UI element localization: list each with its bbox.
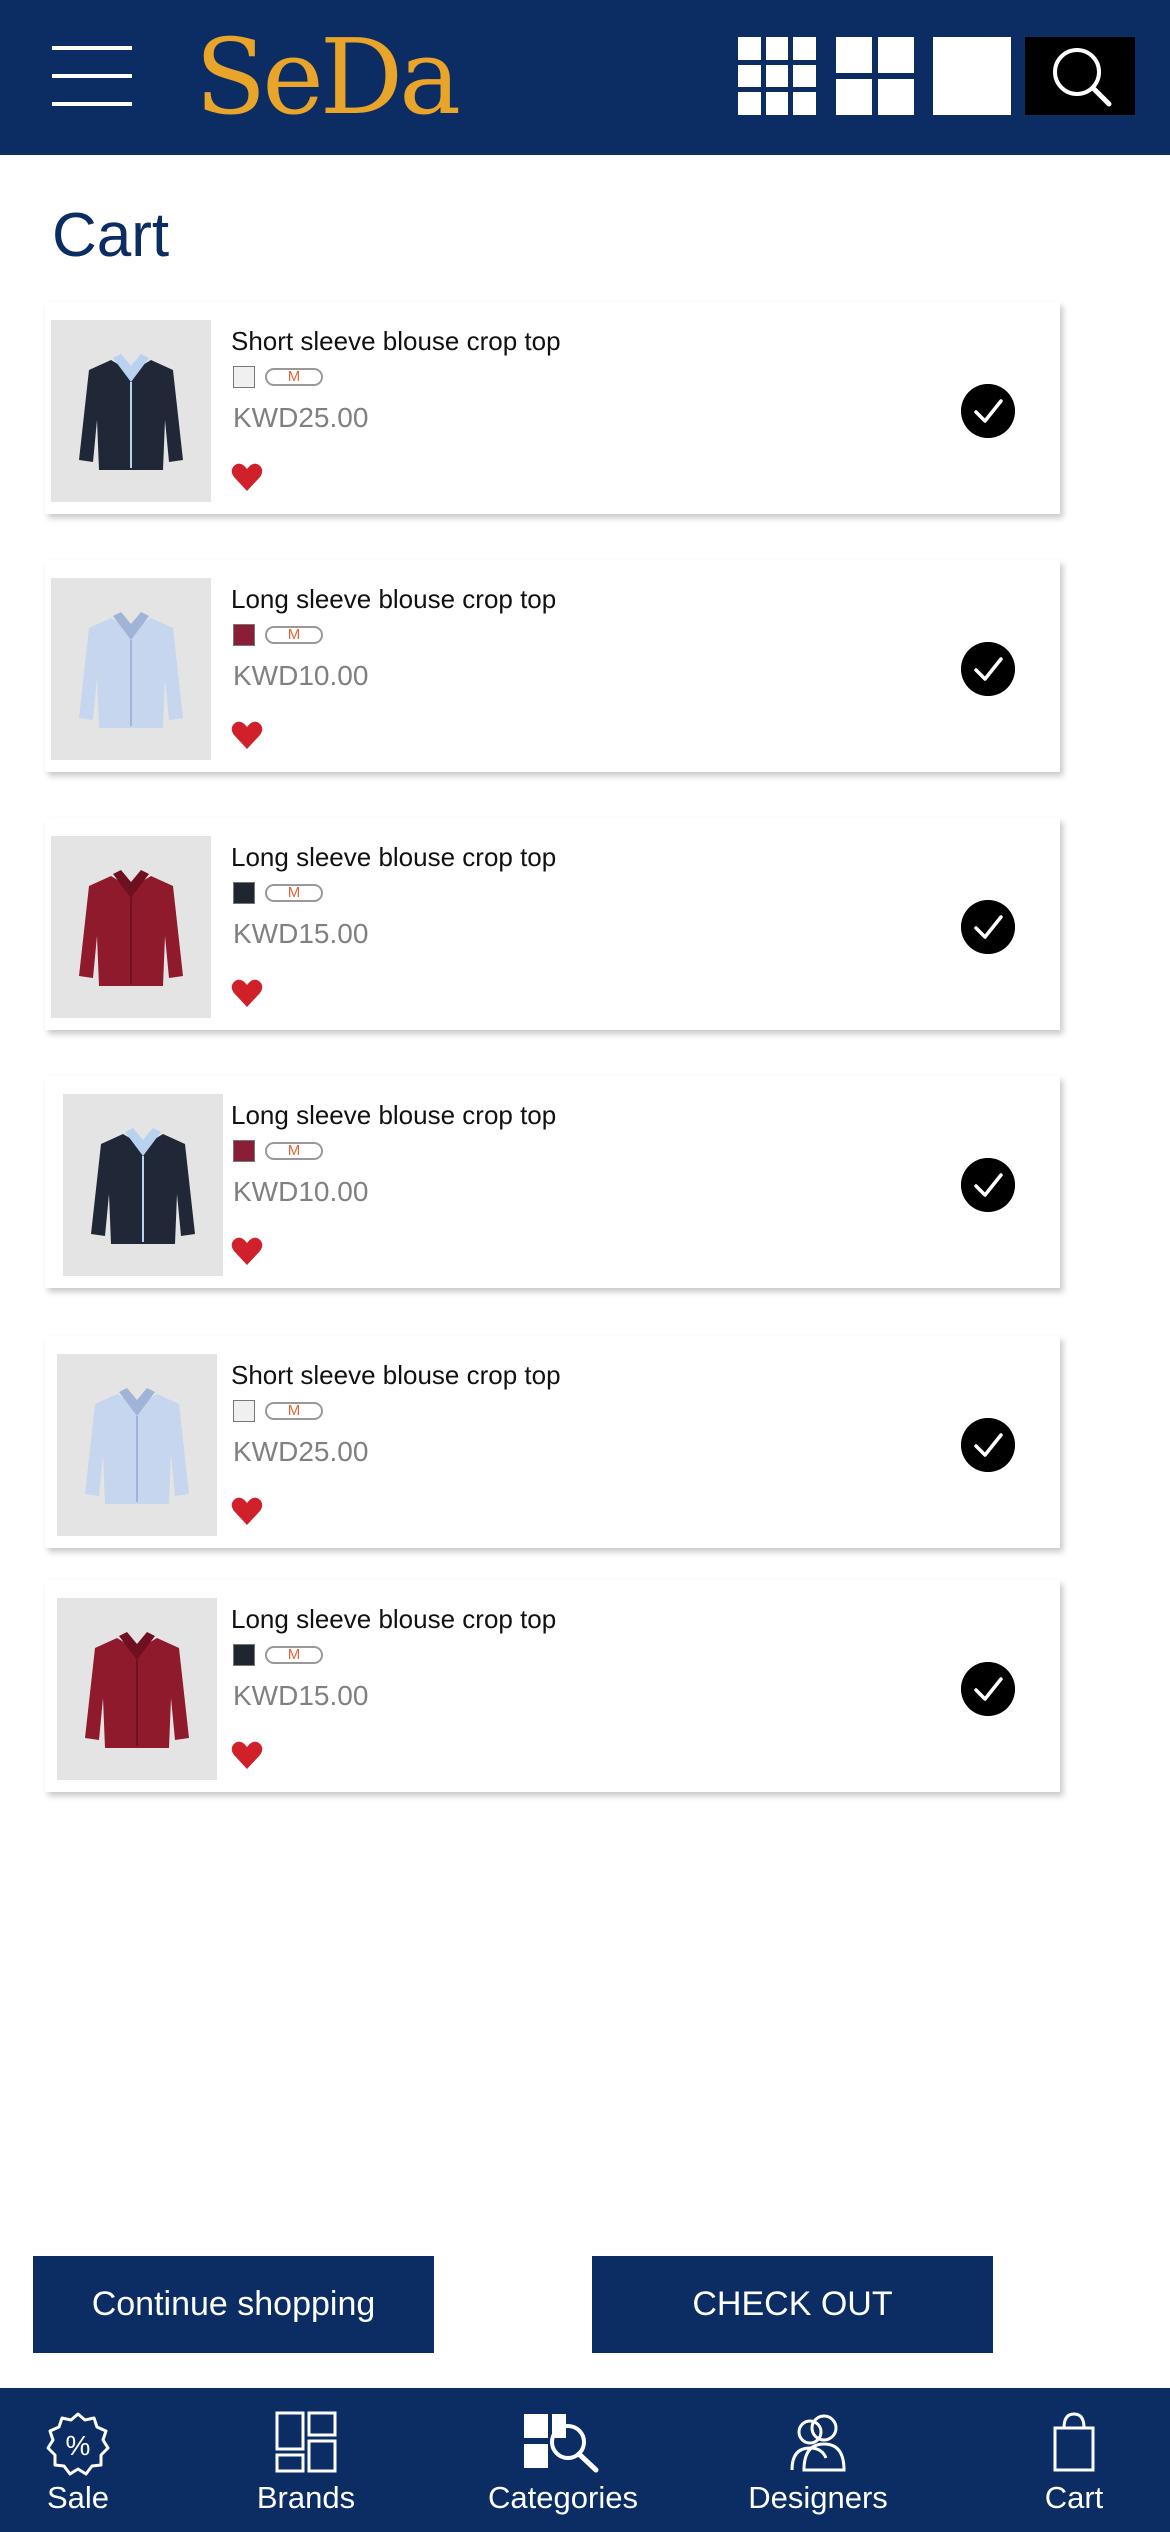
product-name[interactable]: Long sleeve blouse crop top [231,584,556,615]
shopping-bag-icon [1053,2412,1095,2472]
heart-icon[interactable] [231,1236,263,1266]
garment-image [79,870,183,986]
search-button[interactable] [1025,37,1135,115]
svg-text:%: % [66,2430,91,2461]
product-thumbnail[interactable] [63,1094,223,1276]
grid-3x3-icon[interactable] [738,37,816,115]
nav-brands[interactable]: Brands [246,2388,366,2532]
size-badge: M [265,1142,323,1160]
check-icon[interactable] [961,642,1015,696]
size-badge: M [265,1646,323,1664]
color-swatch [233,1140,255,1162]
nav-brands-label: Brands [256,2480,356,2515]
size-badge: M [265,368,323,386]
continue-shopping-button[interactable]: Continue shopping [33,2256,434,2353]
cart-item[interactable]: Long sleeve blouse crop top M KWD10.00 [45,560,1060,772]
nav-cart[interactable]: Cart [1034,2388,1114,2532]
size-badge: M [265,884,323,902]
garment-image [85,1632,189,1748]
nav-categories[interactable]: Categories [482,2388,644,2532]
color-swatch [233,624,255,646]
nav-sale[interactable]: % Sale [20,2388,136,2532]
garment-image [79,612,183,728]
categories-search-icon [524,2414,599,2473]
product-price: KWD10.00 [233,1176,369,1207]
brand-logo[interactable]: SeDa [195,22,461,132]
color-swatch [233,366,255,388]
check-icon[interactable] [961,1418,1015,1472]
product-price: KWD10.00 [233,660,369,691]
product-name[interactable]: Short sleeve blouse crop top [231,326,561,357]
nav-cart-label: Cart [1044,2480,1104,2515]
product-name[interactable]: Long sleeve blouse crop top [231,1604,556,1635]
product-price: KWD25.00 [233,1436,369,1467]
cart-item[interactable]: Long sleeve blouse crop top M KWD10.00 [45,1076,1060,1288]
percent-badge-icon: % [46,2412,110,2476]
product-price: KWD25.00 [233,402,369,433]
heart-icon[interactable] [231,1740,263,1770]
color-swatch [233,882,255,904]
color-swatch [233,1644,255,1666]
product-thumbnail[interactable] [57,1598,217,1780]
search-icon [1053,48,1112,107]
page-title: Cart [52,201,170,270]
single-view-icon[interactable] [933,37,1011,115]
heart-icon[interactable] [231,1496,263,1526]
designers-people-icon [790,2414,846,2472]
check-icon[interactable] [961,384,1015,438]
heart-icon[interactable] [231,720,263,750]
product-thumbnail[interactable] [51,578,211,760]
top-app-bar: SeDa [0,0,1170,155]
cart-item[interactable]: Long sleeve blouse crop top M KWD15.00 [45,1580,1060,1792]
checkout-button[interactable]: CHECK OUT [592,2256,993,2353]
check-icon[interactable] [961,1158,1015,1212]
product-price: KWD15.00 [233,1680,369,1711]
garment-image [91,1128,195,1244]
product-name[interactable]: Long sleeve blouse crop top [231,1100,556,1131]
product-thumbnail[interactable] [51,320,211,502]
grid-2x2-icon[interactable] [836,37,914,115]
nav-categories-label: Categories [488,2480,638,2515]
size-badge: M [265,1402,323,1420]
product-thumbnail[interactable] [57,1354,217,1536]
nav-sale-label: Sale [46,2480,110,2515]
heart-icon[interactable] [231,978,263,1008]
product-name[interactable]: Long sleeve blouse crop top [231,842,556,873]
product-thumbnail[interactable] [51,836,211,1018]
heart-icon[interactable] [231,462,263,492]
color-swatch [233,1400,255,1422]
product-price: KWD15.00 [233,918,369,949]
cart-item[interactable]: Short sleeve blouse crop top M KWD25.00 [45,302,1060,514]
nav-designers[interactable]: Designers [740,2388,896,2532]
nav-designers-label: Designers [748,2480,888,2515]
product-name[interactable]: Short sleeve blouse crop top [231,1360,561,1391]
garment-image [85,1388,189,1504]
bottom-navigation: % Sale Brands Categories Designers Cart [0,2388,1170,2532]
check-icon[interactable] [961,900,1015,954]
size-badge: M [265,626,323,644]
cart-item[interactable]: Long sleeve blouse crop top M KWD15.00 [45,818,1060,1030]
garment-image [79,354,183,470]
check-icon[interactable] [961,1662,1015,1716]
cart-item[interactable]: Short sleeve blouse crop top M KWD25.00 [45,1336,1060,1548]
menu-icon[interactable] [52,46,132,106]
brands-layout-icon [275,2411,337,2473]
